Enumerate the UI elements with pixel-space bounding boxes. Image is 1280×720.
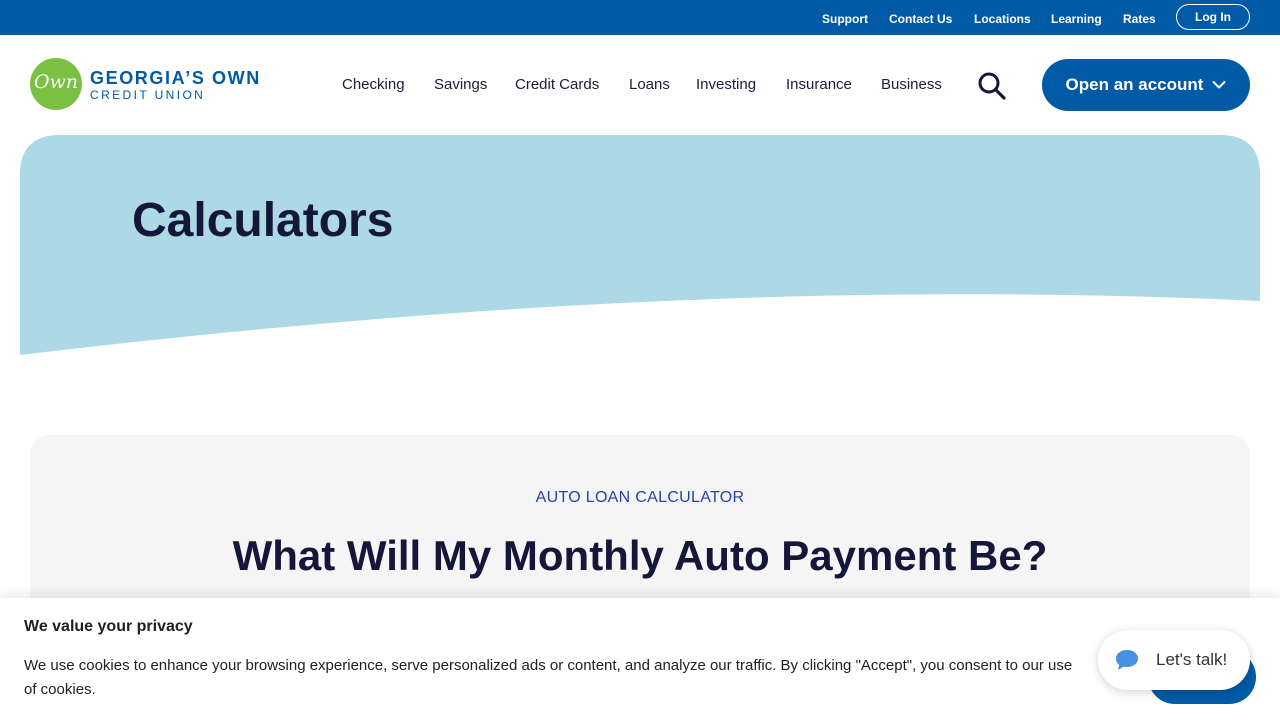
utility-link-contact-us[interactable]: Contact Us [889, 12, 952, 26]
chat-prompt[interactable]: Let's talk! [1098, 630, 1250, 690]
logo[interactable]: Own GEORGIA’S OWN CREDIT UNION [30, 58, 280, 112]
logo-mark-text: Own [33, 71, 79, 93]
logo-name: GEORGIA’S OWN [90, 68, 261, 88]
nav-item-checking[interactable]: Checking [342, 76, 405, 93]
cookie-text: We use cookies to enhance your browsing … [24, 657, 1073, 698]
cookie-banner: We value your privacy We use cookies to … [0, 598, 1280, 720]
nav-item-savings[interactable]: Savings [434, 76, 487, 93]
chat-label: Let's talk! [1156, 650, 1228, 669]
open-account-button[interactable]: Open an account [1042, 59, 1250, 111]
nav-item-business[interactable]: Business [881, 76, 942, 93]
utility-bar: Support Contact Us Locations Learning Ra… [0, 0, 1280, 35]
nav-item-insurance[interactable]: Insurance [786, 76, 852, 93]
utility-link-locations[interactable]: Locations [974, 12, 1031, 26]
nav-item-investing[interactable]: Investing [696, 76, 756, 93]
hero-banner [20, 135, 1260, 365]
logo-subtitle: CREDIT UNION [90, 88, 206, 102]
open-account-label: Open an account [1065, 75, 1204, 94]
chat-bubble-icon [1116, 650, 1138, 670]
hero-wave [20, 135, 1260, 355]
utility-link-learning[interactable]: Learning [1051, 12, 1102, 26]
search-icon [978, 72, 1006, 100]
calculator-heading: What Will My Monthly Auto Payment Be? [232, 532, 1048, 579]
logo-mark: Own [30, 58, 82, 110]
nav-item-loans[interactable]: Loans [629, 76, 670, 93]
cookie-title: We value your privacy [24, 618, 193, 635]
nav-item-credit-cards[interactable]: Credit Cards [515, 76, 599, 93]
chevron-down-icon [1212, 81, 1226, 89]
calculator-eyebrow: AUTO LOAN CALCULATOR [535, 489, 745, 506]
utility-link-support[interactable]: Support [822, 12, 868, 26]
utility-link-rates[interactable]: Rates [1123, 12, 1156, 26]
search-button[interactable] [976, 71, 1008, 101]
page-title: Calculators [132, 194, 394, 247]
login-button[interactable]: Log In [1176, 4, 1250, 30]
